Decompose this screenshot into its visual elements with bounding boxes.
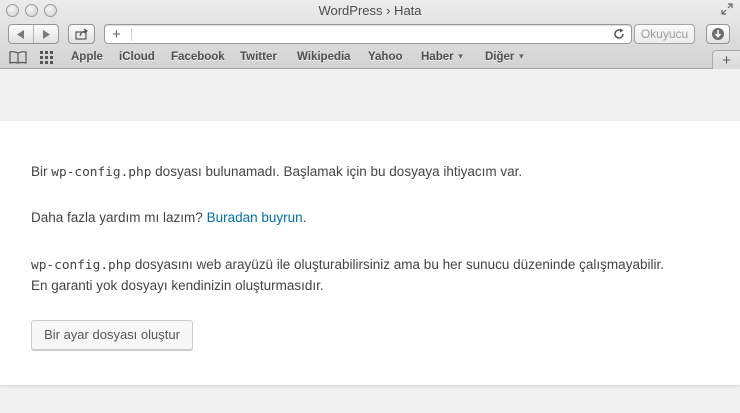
fullscreen-icon[interactable] [721, 3, 733, 15]
top-sites-grid-icon[interactable] [40, 51, 54, 64]
info-text-line1: dosyasını web arayüzü ile oluşturabilirs… [131, 257, 664, 272]
new-tab-button[interactable]: + [712, 50, 740, 69]
back-button[interactable] [9, 25, 33, 43]
address-divider [131, 28, 132, 41]
back-arrow-icon [17, 29, 24, 39]
bookmark-yahoo[interactable]: Yahoo [368, 51, 403, 63]
help-text-end: . [302, 210, 307, 225]
downloads-button[interactable] [706, 24, 730, 44]
share-button[interactable] [68, 24, 95, 44]
reading-list-icon[interactable] [9, 51, 27, 64]
message-text: dosyası bulunamadı. Başlamak için bu dos… [151, 164, 523, 179]
share-icon [74, 28, 88, 40]
reader-button[interactable]: Okuyucu [634, 24, 695, 44]
help-text: Daha fazla yardım mı lazım? [31, 210, 207, 225]
bookmark-apple[interactable]: Apple [71, 51, 103, 63]
bookmark-facebook[interactable]: Facebook [171, 51, 225, 63]
window-title: WordPress › Hata [318, 3, 422, 18]
bookmark-folder-diger[interactable]: Diğer ▼ [485, 51, 525, 63]
chevron-down-icon: ▼ [456, 52, 465, 61]
address-bar: + [104, 24, 632, 44]
bookmark-wikipedia[interactable]: Wikipedia [297, 51, 351, 63]
missing-config-message: Bir wp-config.php dosyası bulunamadı. Ba… [31, 162, 522, 183]
url-input[interactable] [135, 26, 605, 42]
bookmark-folder-haber[interactable]: Haber ▼ [421, 51, 465, 63]
bookmark-twitter[interactable]: Twitter [240, 51, 277, 63]
browser-toolbar: WordPress › Hata + Okuyucu Apple iCloud … [0, 0, 740, 69]
help-link[interactable]: Buradan buyrun [207, 210, 303, 225]
create-config-button[interactable]: Bir ayar dosyası oluştur [31, 320, 193, 350]
info-text-line2: En garanti yok dosyayı kendinizin oluştu… [31, 278, 324, 293]
plus-icon: + [722, 51, 731, 69]
chevron-down-icon: ▼ [517, 52, 526, 61]
download-icon [712, 28, 724, 40]
forward-arrow-icon [43, 29, 50, 39]
bookmark-folder-label: Diğer [485, 51, 515, 63]
message-text: Bir [31, 164, 52, 179]
add-bookmark-icon[interactable]: + [112, 26, 121, 43]
help-message: Daha fazla yardım mı lazım? Buradan buyr… [31, 208, 306, 228]
bookmarks-bar: Apple iCloud Facebook Twitter Wikipedia … [0, 48, 740, 68]
config-filename: wp-config.php [31, 258, 132, 273]
reload-icon[interactable] [613, 28, 625, 40]
bookmark-folder-label: Haber [421, 51, 454, 63]
history-nav [8, 24, 59, 44]
forward-button[interactable] [33, 25, 58, 43]
bookmark-icloud[interactable]: iCloud [119, 51, 155, 63]
config-filename: wp-config.php [51, 165, 152, 180]
create-config-info: wp-config.php dosyasını web arayüzü ile … [31, 255, 664, 296]
